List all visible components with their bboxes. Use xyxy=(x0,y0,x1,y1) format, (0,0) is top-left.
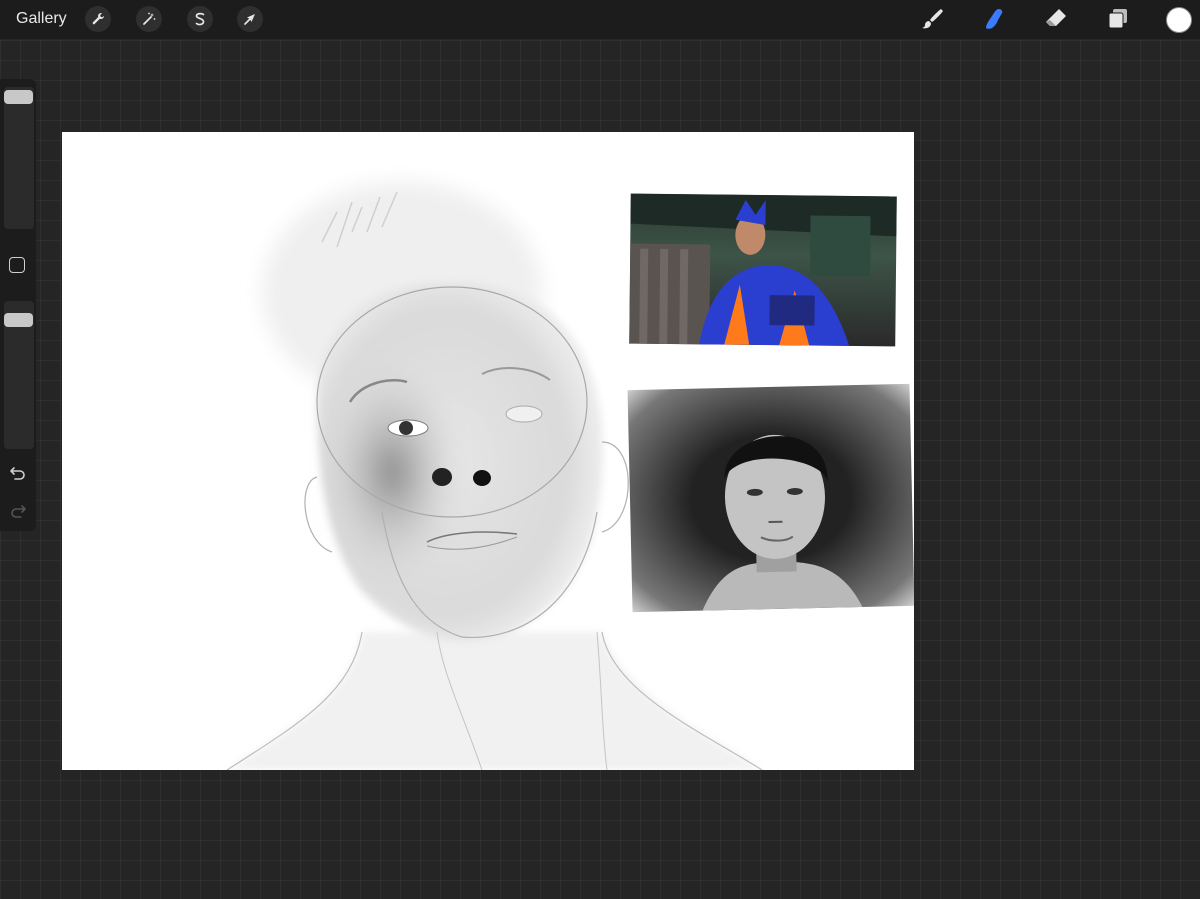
eraser-icon[interactable] xyxy=(1042,5,1070,33)
arrow-cursor-icon[interactable] xyxy=(237,6,263,32)
color-picker-swatch[interactable] xyxy=(1166,7,1192,33)
modify-button[interactable] xyxy=(9,257,25,273)
magic-wand-icon[interactable] xyxy=(136,6,162,32)
selection-s-icon[interactable] xyxy=(187,6,213,32)
undo-icon[interactable] xyxy=(8,463,28,483)
gallery-button[interactable]: Gallery xyxy=(16,10,67,28)
photo-icon xyxy=(702,434,863,611)
top-toolbar: Gallery xyxy=(0,0,1200,39)
wrench-icon[interactable] xyxy=(85,6,111,32)
drawing-canvas[interactable] xyxy=(62,132,914,770)
brush-icon[interactable] xyxy=(918,5,946,33)
photo-icon xyxy=(629,193,897,346)
redo-icon[interactable] xyxy=(8,501,28,521)
reference-bw-portrait[interactable] xyxy=(627,383,914,613)
opacity-thumb[interactable] xyxy=(4,313,33,327)
layers-icon[interactable] xyxy=(1104,5,1132,33)
smudge-finger-icon[interactable] xyxy=(980,5,1008,33)
brush-size-thumb[interactable] xyxy=(4,90,33,104)
reference-game-character[interactable] xyxy=(629,193,897,347)
brush-size-slider[interactable] xyxy=(4,87,34,229)
left-sidebar xyxy=(0,79,36,531)
